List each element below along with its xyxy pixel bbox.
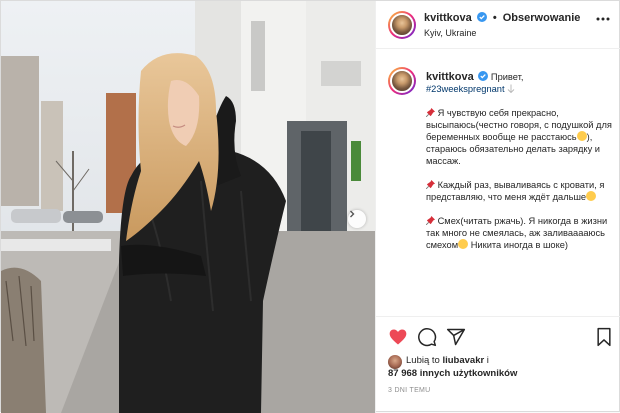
bookmark-icon[interactable]	[594, 327, 614, 347]
share-icon[interactable]	[446, 327, 466, 347]
following-button[interactable]: Obserwowanie	[503, 12, 581, 24]
location-link[interactable]: Kyiv, Ukraine	[424, 28, 476, 38]
post-header: kvittkova • Obserwowanie Kyiv, Ukraine	[376, 1, 620, 49]
more-options-icon[interactable]	[596, 17, 610, 21]
liker-avatar[interactable]	[388, 355, 402, 369]
caption-paragraph-2: Каждый раз, вываливаясь с кровати, я пре…	[426, 180, 605, 202]
small-dropdown-icon	[507, 84, 515, 94]
verified-badge-icon	[476, 12, 487, 22]
grinning-emoji-icon	[576, 131, 587, 141]
instagram-post-modal: kvittkova • Obserwowanie Kyiv, Ukraine k…	[0, 0, 620, 413]
liked-by-prefix: Lubią to	[406, 355, 443, 366]
heart-filled-icon[interactable]	[388, 327, 408, 347]
caption-paragraph-3-end: Никита иногда в шоке)	[470, 240, 569, 250]
liked-by-suffix: i	[484, 355, 489, 366]
pushpin-icon	[426, 216, 435, 225]
verified-badge-icon	[478, 71, 489, 81]
header-username-row: kvittkova • Obserwowanie	[424, 12, 580, 24]
next-photo-button[interactable]	[348, 210, 366, 228]
comment-icon[interactable]	[417, 327, 437, 347]
pushpin-icon	[426, 180, 435, 189]
photo-woman-in-black-sweater	[1, 1, 375, 413]
liked-by-line: Lubią to liubavakr i	[406, 355, 489, 366]
pushpin-icon	[426, 108, 435, 117]
laughing-cat-emoji-icon	[458, 239, 469, 249]
post-timestamp[interactable]: 3 DNI TEMU	[388, 387, 431, 394]
post-actions: Lubią to liubavakr i 87 968 innych użytk…	[376, 316, 620, 413]
caption-text: kvittkova Привет, #23weekspregnant Я чув…	[426, 71, 612, 263]
avatar[interactable]	[388, 11, 416, 39]
caption-avatar[interactable]	[388, 67, 416, 95]
likes-count-link[interactable]: 87 968 innych użytkowników	[388, 368, 517, 379]
username-link[interactable]: kvittkova	[424, 12, 472, 24]
separator-dot: •	[492, 12, 497, 24]
hashtag-link[interactable]: #23weekspregnant	[426, 84, 505, 94]
chevron-right-icon	[350, 210, 355, 218]
caption-greeting: Привет,	[490, 72, 524, 82]
post-sidebar: kvittkova • Obserwowanie Kyiv, Ukraine k…	[375, 1, 620, 413]
liked-by-user-link[interactable]: liubavakr	[442, 355, 484, 366]
smiling-emoji-icon	[586, 191, 597, 201]
post-photo[interactable]	[1, 1, 375, 413]
caption-username[interactable]: kvittkova	[426, 71, 474, 83]
